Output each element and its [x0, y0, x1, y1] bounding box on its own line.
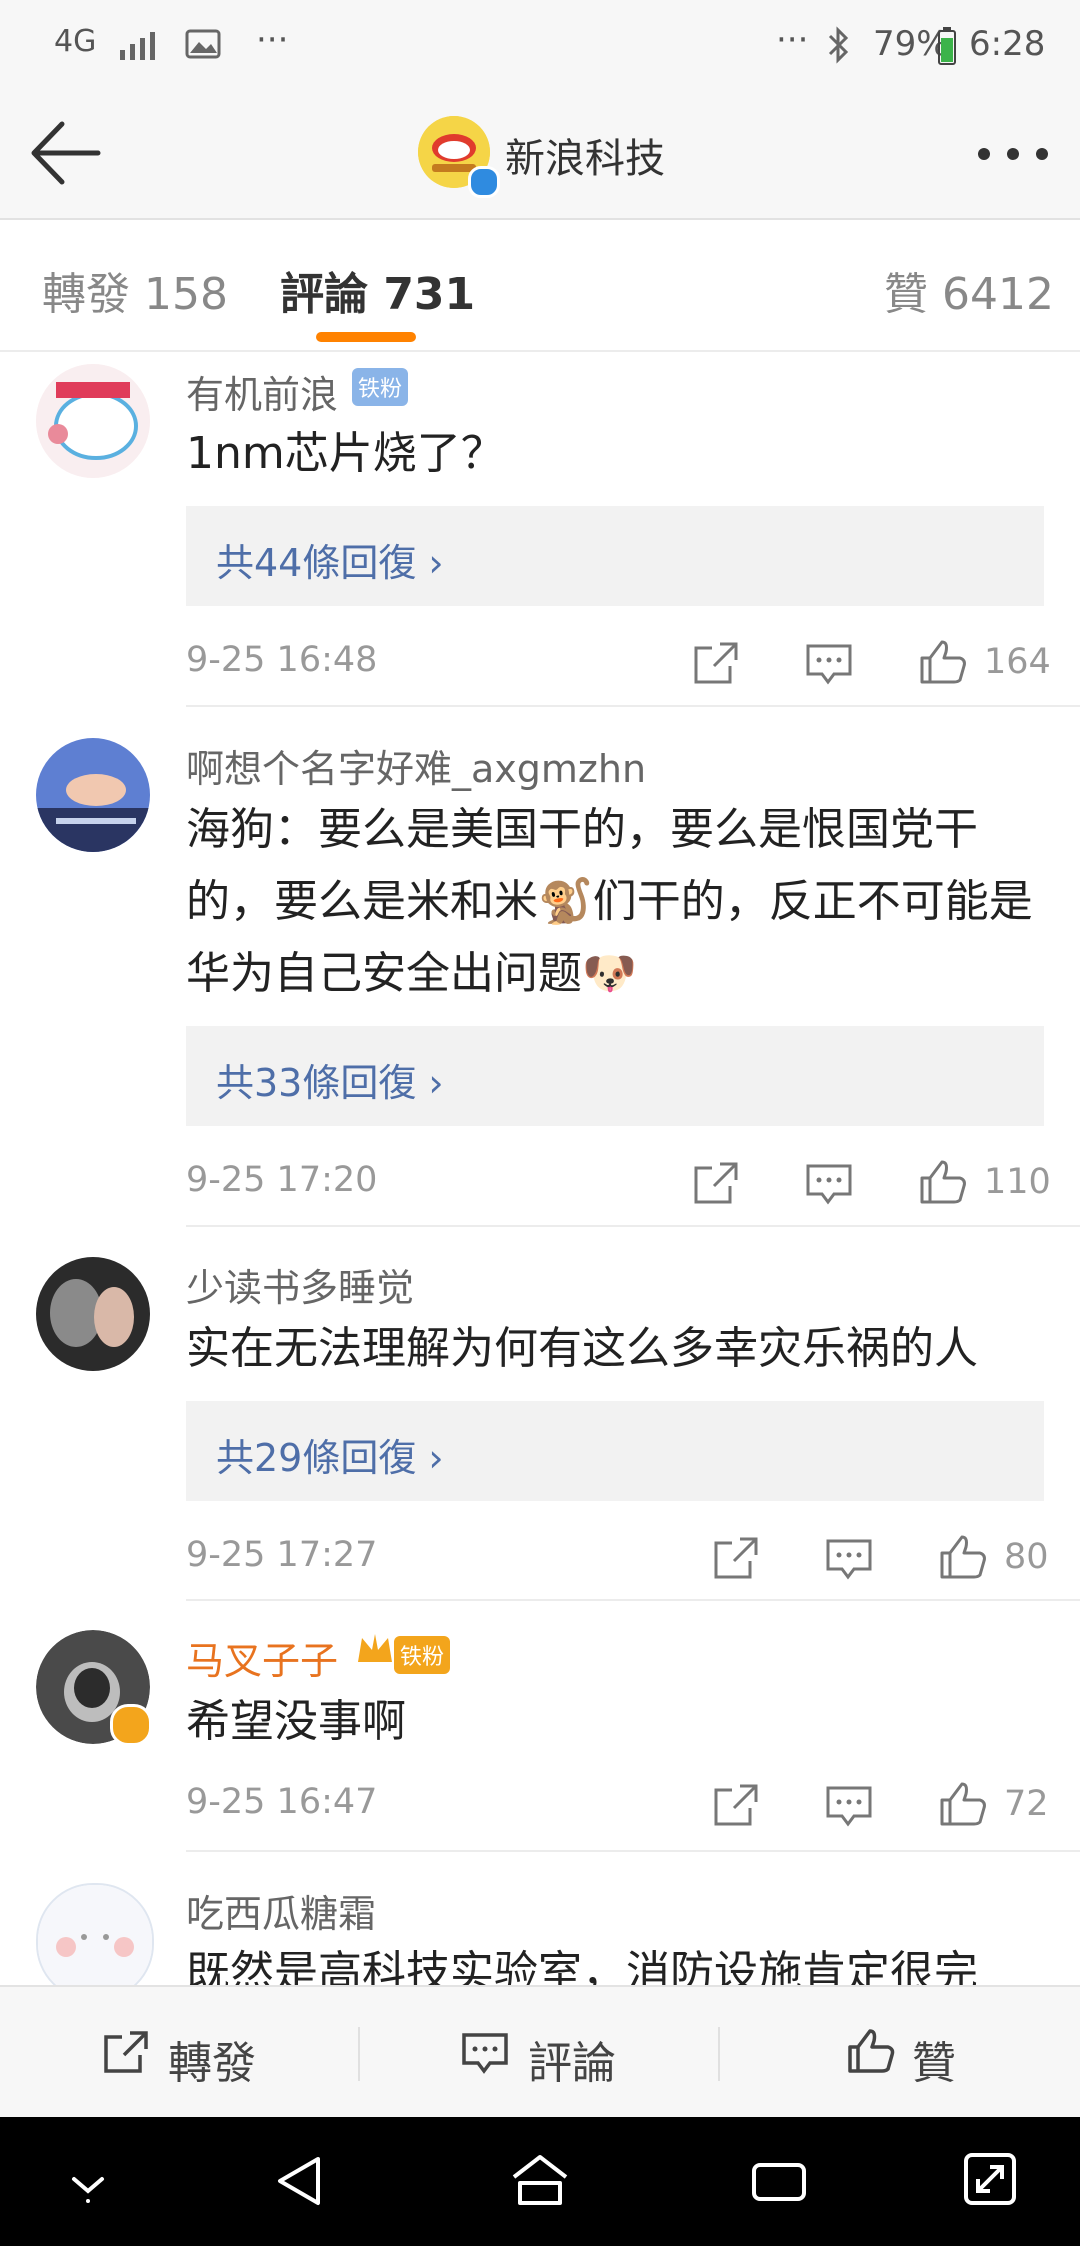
like-count: 80: [1004, 1537, 1049, 1577]
header: 新浪科技: [0, 90, 1080, 220]
crown-icon: [358, 1634, 392, 1662]
account-title: 新浪科技: [505, 136, 665, 182]
more-status-icon: ···: [776, 20, 809, 60]
home-nav-icon[interactable]: [508, 2153, 572, 2209]
avatar-image: [36, 738, 150, 852]
comment-text: 既然是高科技实验室，消防设施肯定很完: [186, 1947, 978, 1985]
share-icon[interactable]: [690, 640, 740, 686]
expand-nav-icon[interactable]: [962, 2151, 1018, 2207]
repost-icon: [104, 2031, 148, 2073]
replies-count: 共44條回復 ›: [216, 541, 444, 585]
comment-icon: [462, 2033, 508, 2074]
comment-time: 9-25 17:27: [186, 1535, 378, 1575]
hide-keyboard-icon[interactable]: [66, 2165, 110, 2205]
tab-reposts[interactable]: 轉發 158: [42, 258, 228, 322]
like-icon: [848, 2029, 895, 2073]
share-icon[interactable]: [710, 1535, 760, 1581]
comment-text: 实在无法理解为何有这么多幸灾乐祸的人: [186, 1323, 978, 1374]
recent-apps-icon[interactable]: [750, 2155, 808, 2207]
comment-button[interactable]: 評論: [528, 2027, 616, 2091]
username[interactable]: 啊想个名字好难_axgmzhn: [186, 738, 646, 793]
comment-item: 啊想个名字好难_axgmzhn 海狗：要么是美国干的，要么是恨国党干的，要么是米…: [0, 708, 1080, 1227]
divider: [186, 705, 1080, 707]
repost-button[interactable]: 轉發: [168, 2027, 256, 2091]
replies-count: 共33條回復 ›: [216, 1061, 444, 1105]
tab-comments[interactable]: 評論 731: [280, 258, 475, 322]
avatar[interactable]: [36, 364, 150, 478]
avatar[interactable]: [36, 1630, 152, 1746]
avatar-image: [36, 1257, 150, 1371]
username[interactable]: 少读书多睡觉: [186, 1257, 414, 1312]
like-icon[interactable]: [938, 1780, 988, 1826]
like-button[interactable]: 贊: [912, 2027, 956, 2091]
like-count: 110: [984, 1162, 1051, 1202]
divider: [186, 1850, 1080, 1852]
avatar[interactable]: [36, 738, 150, 852]
vip-badge-icon: [110, 1704, 152, 1746]
network-indicator: 4G: [54, 24, 97, 59]
system-nav-bar: [0, 2117, 1080, 2246]
comment-text: 海狗：要么是美国干的，要么是恨国党干的，要么是米和米🐒们干的，反正不可能是华为自…: [186, 804, 1033, 999]
back-arrow-icon[interactable]: [28, 118, 104, 188]
replies-link[interactable]: 共33條回復 ›: [186, 1026, 1044, 1126]
comment-icon[interactable]: [824, 1782, 874, 1828]
share-icon[interactable]: [710, 1782, 760, 1828]
replies-count: 共29條回復 ›: [216, 1436, 444, 1480]
clock: 6:28: [969, 24, 1046, 64]
comment-item: 少读书多睡觉 实在无法理解为何有这么多幸灾乐祸的人 共29條回復 › 9-25 …: [0, 1227, 1080, 1601]
like-count: 72: [1004, 1784, 1049, 1824]
battery-icon: [938, 27, 956, 65]
comment-time: 9-25 17:20: [186, 1160, 378, 1200]
replies-link[interactable]: 共44條回復 ›: [186, 506, 1044, 606]
avatar[interactable]: [36, 1883, 154, 1985]
toolbar-separator: [718, 2027, 720, 2081]
back-nav-icon[interactable]: [272, 2153, 328, 2209]
username[interactable]: 有机前浪: [186, 364, 338, 419]
toolbar-separator: [358, 2027, 360, 2081]
like-icon[interactable]: [938, 1533, 988, 1579]
tab-likes[interactable]: 贊 6412: [884, 258, 1054, 322]
bluetooth-icon: [828, 26, 849, 64]
comment-icon[interactable]: [804, 640, 854, 686]
comment-icon[interactable]: [824, 1535, 874, 1581]
share-icon[interactable]: [690, 1160, 740, 1206]
comment-time: 9-25 16:47: [186, 1782, 378, 1822]
signal-icon: [120, 32, 155, 60]
comment-icon[interactable]: [804, 1160, 854, 1206]
comment-item: 有机前浪 铁粉 1nm芯片烧了？ 共44條回復 › 9-25 16:48 164: [0, 352, 1080, 707]
comment-time: 9-25 16:48: [186, 640, 378, 680]
comment-text: 希望没事啊: [186, 1696, 406, 1747]
fan-badge: 铁粉: [352, 368, 409, 406]
avatar-image: [36, 364, 150, 478]
like-icon[interactable]: [918, 1158, 968, 1204]
replies-link[interactable]: 共29條回復 ›: [186, 1401, 1044, 1501]
avatar-image: [38, 1885, 152, 1985]
verified-badge-icon: [468, 166, 500, 198]
image-icon: [185, 29, 221, 59]
avatar[interactable]: [36, 1257, 150, 1371]
comment-item: 吃西瓜糖霜 既然是高科技实验室，消防设施肯定很完: [0, 1853, 1080, 1985]
like-count: 164: [984, 642, 1051, 682]
divider: [186, 1599, 1080, 1601]
active-tab-indicator: [316, 332, 416, 342]
username[interactable]: 马叉子子: [186, 1630, 338, 1685]
status-bar: 4G ··· ··· 79% 6:28: [0, 0, 1080, 90]
comment-text: 1nm芯片烧了？: [186, 428, 505, 479]
more-notifications-icon: ···: [256, 20, 289, 60]
more-options-icon[interactable]: [976, 146, 1050, 162]
account-avatar[interactable]: [418, 116, 500, 198]
fan-badge: 铁粉: [394, 1636, 451, 1674]
username[interactable]: 吃西瓜糖霜: [186, 1883, 376, 1938]
bottom-toolbar: 轉發 評論 贊: [0, 1985, 1080, 2119]
like-icon[interactable]: [918, 638, 968, 684]
comment-item: 马叉子子 铁粉 希望没事啊 9-25 16:47 72: [0, 1602, 1080, 1852]
tab-bar: 轉發 158 評論 731 贊 6412: [0, 220, 1080, 352]
